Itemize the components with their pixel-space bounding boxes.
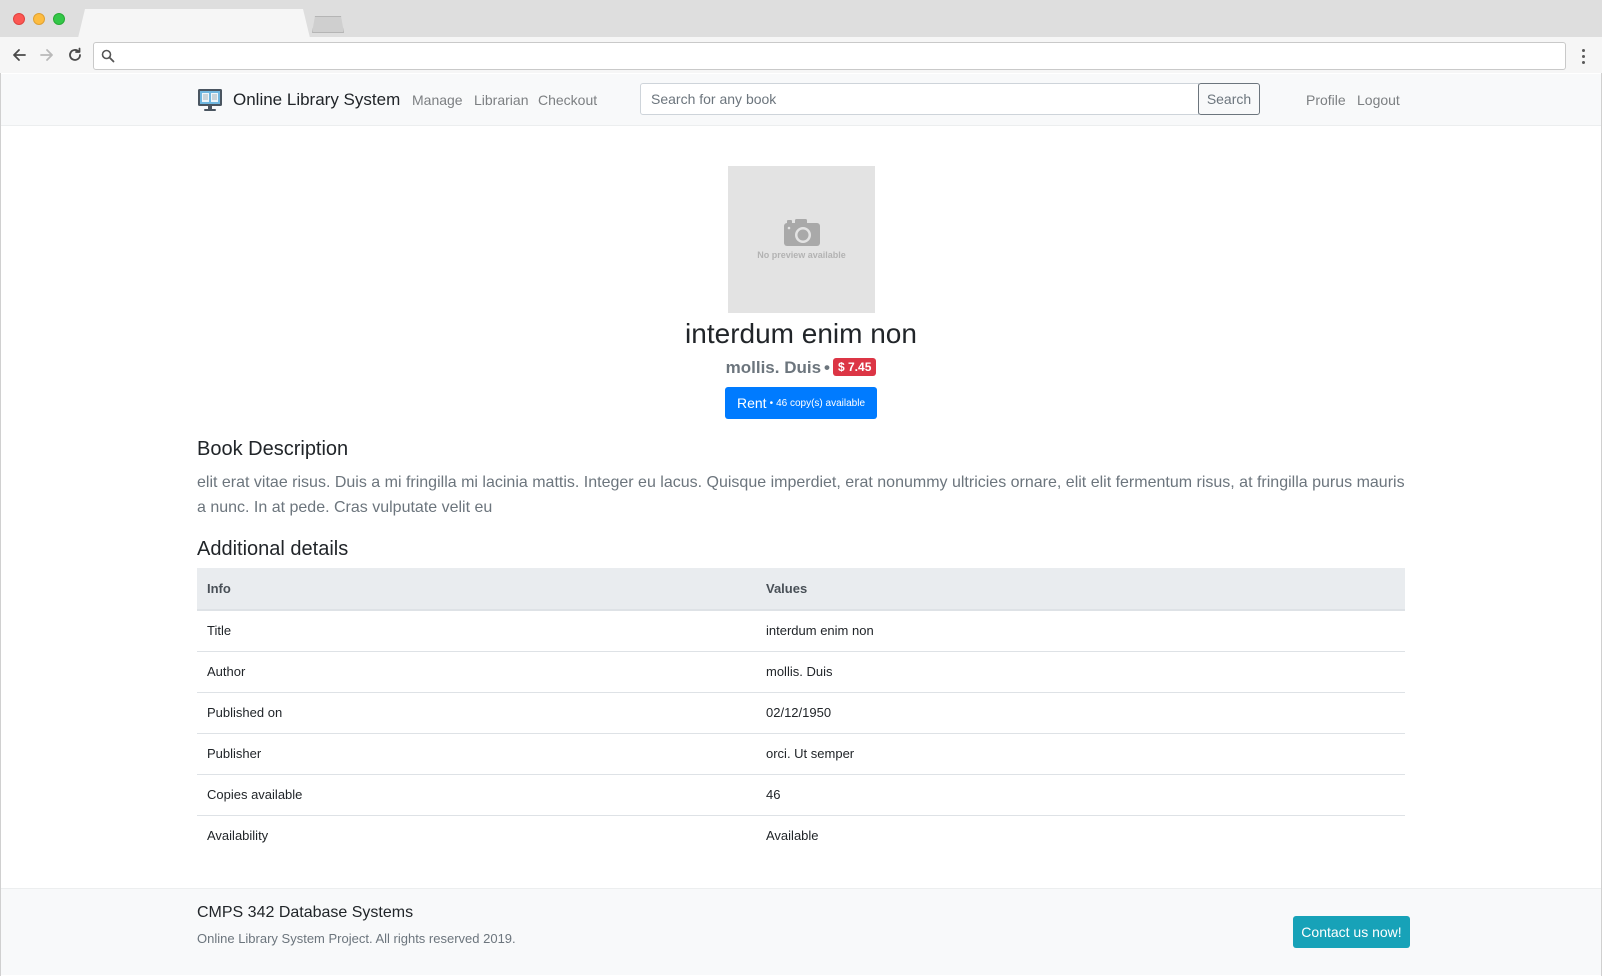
row-label: Publisher bbox=[197, 733, 756, 775]
row-label: Published on bbox=[197, 692, 756, 734]
book-search-input[interactable] bbox=[640, 83, 1199, 115]
book-description-heading: Book Description bbox=[197, 438, 349, 460]
price-badge: $ 7.45 bbox=[833, 358, 877, 376]
search-button[interactable]: Search bbox=[1198, 83, 1260, 115]
row-value: 02/12/1950 bbox=[756, 692, 1405, 734]
copies-available-text: 46 copy(s) available bbox=[776, 397, 866, 409]
new-tab-button[interactable] bbox=[312, 16, 344, 33]
row-value: orci. Ut semper bbox=[756, 733, 1405, 775]
nav-link-checkout[interactable]: Checkout bbox=[538, 92, 597, 108]
row-label: Title bbox=[197, 610, 756, 652]
row-value: mollis. Duis bbox=[756, 651, 1405, 693]
table-header-row: Info Values bbox=[197, 568, 1405, 611]
rent-button[interactable]: Rent • 46 copy(s) available bbox=[725, 387, 877, 419]
computer-monitor-logo-icon bbox=[198, 89, 222, 111]
camera-icon bbox=[784, 219, 820, 246]
book-author: mollis. Duis bbox=[725, 358, 822, 377]
forward-button[interactable] bbox=[36, 44, 58, 66]
row-label: Author bbox=[197, 651, 756, 693]
footer-copyright: Online Library System Project. All right… bbox=[197, 931, 516, 946]
close-window-button[interactable] bbox=[13, 13, 25, 25]
row-value: Available bbox=[766, 828, 819, 844]
book-description-text: elit erat vitae risus. Duis a mi fringil… bbox=[197, 474, 1405, 516]
row-label: Availability bbox=[207, 828, 269, 844]
row-label: Copies available bbox=[197, 774, 756, 816]
reload-button[interactable] bbox=[64, 44, 86, 66]
nav-link-manage[interactable]: Manage bbox=[412, 92, 463, 108]
table-row: Copies available 46 bbox=[197, 774, 1405, 816]
address-input[interactable] bbox=[120, 46, 1540, 66]
back-button[interactable] bbox=[8, 44, 30, 66]
search-icon bbox=[101, 49, 115, 63]
footer-title: CMPS 342 Database Systems bbox=[197, 904, 414, 921]
brand-name: Online Library System bbox=[233, 90, 401, 109]
details-table: Info Values Title interdum enim non Auth… bbox=[197, 568, 1405, 856]
browser-chrome bbox=[0, 0, 1602, 73]
browser-tab[interactable] bbox=[78, 9, 310, 38]
table-row: Published on 02/12/1950 bbox=[197, 692, 1405, 734]
book-cover-placeholder: No preview available bbox=[728, 166, 875, 313]
no-preview-text: No preview available bbox=[757, 250, 846, 260]
row-value: 46 bbox=[756, 774, 1405, 816]
table-row: Publisher orci. Ut semper bbox=[197, 733, 1405, 775]
nav-link-profile[interactable]: Profile bbox=[1306, 92, 1346, 108]
nav-link-librarian[interactable]: Librarian bbox=[474, 92, 528, 108]
table-row: Author mollis. Duis bbox=[197, 651, 1405, 693]
arrow-right-icon bbox=[40, 49, 53, 61]
author-price-line: mollis. Duis • $ 7.45 bbox=[0, 358, 1602, 378]
minimize-window-button[interactable] bbox=[33, 13, 45, 25]
window-border-left bbox=[0, 73, 1, 976]
rent-separator: • bbox=[769, 397, 774, 409]
brand-link[interactable]: Online Library System bbox=[197, 87, 400, 113]
table-row: Title interdum enim non bbox=[197, 610, 1405, 652]
table-row: Availability Available bbox=[197, 815, 1405, 856]
page-footer: CMPS 342 Database Systems Online Library… bbox=[1, 888, 1601, 975]
separator: • bbox=[824, 358, 830, 377]
contact-us-button[interactable]: Contact us now! bbox=[1293, 916, 1410, 948]
maximize-window-button[interactable] bbox=[53, 13, 65, 25]
address-bar[interactable] bbox=[93, 42, 1566, 70]
nav-link-logout[interactable]: Logout bbox=[1357, 92, 1400, 108]
rent-label: Rent bbox=[736, 395, 767, 411]
browser-menu-button[interactable] bbox=[1574, 45, 1592, 67]
row-value: interdum enim non bbox=[756, 610, 1405, 652]
column-header-info: Info bbox=[197, 568, 756, 611]
additional-details-heading: Additional details bbox=[197, 538, 349, 560]
arrow-left-icon bbox=[13, 49, 26, 61]
reload-icon bbox=[69, 47, 81, 61]
column-header-values: Values bbox=[756, 568, 1405, 611]
book-title: interdum enim non bbox=[685, 318, 917, 349]
